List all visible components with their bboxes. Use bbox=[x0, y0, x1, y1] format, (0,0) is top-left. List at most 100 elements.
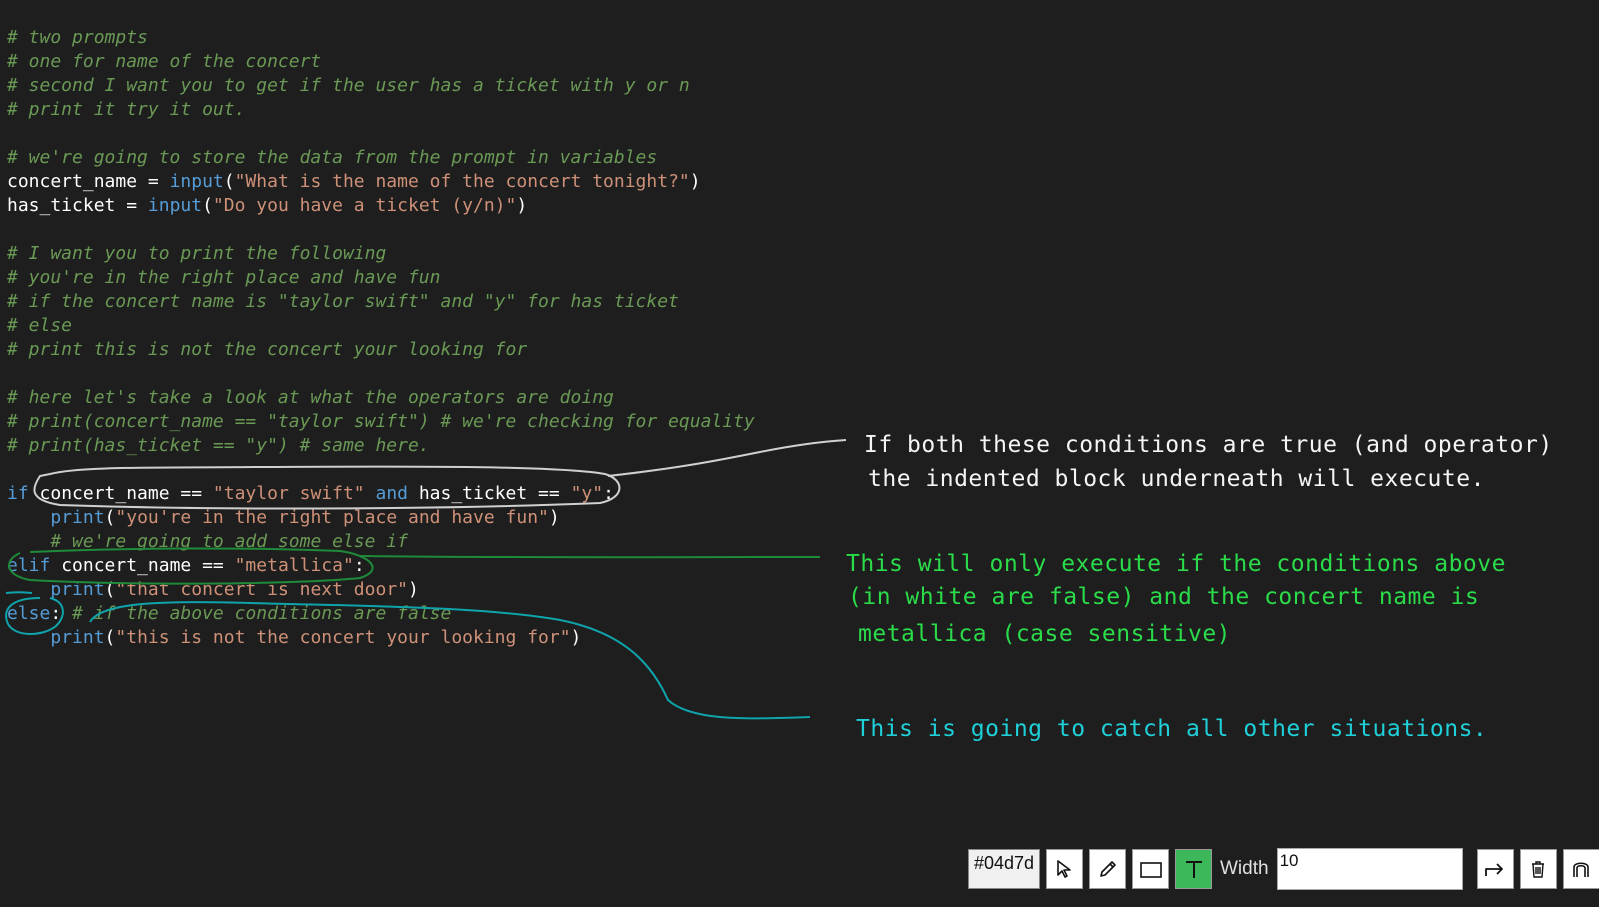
annotation-white-line-2: the indented block underneath will execu… bbox=[868, 466, 1485, 492]
code-token: : bbox=[50, 603, 73, 624]
code-line: # you're in the right place and have fun bbox=[7, 266, 755, 290]
code-token: concert_name == bbox=[28, 483, 213, 504]
width-input[interactable]: 10 bbox=[1276, 848, 1463, 890]
pencil-icon bbox=[1099, 861, 1116, 877]
code-token: print bbox=[50, 627, 105, 648]
color-value-field[interactable]: #04d7d bbox=[968, 849, 1040, 889]
code-token: # print it try it out. bbox=[7, 99, 246, 120]
code-token: and bbox=[375, 483, 408, 504]
code-token: # print(has_ticket == "y") # same here. bbox=[7, 435, 430, 456]
code-token: ) bbox=[548, 507, 560, 528]
rectangle-tool-button[interactable] bbox=[1132, 849, 1169, 889]
code-line: # print(has_ticket == "y") # same here. bbox=[7, 434, 755, 458]
annotation-green-line-1: This will only execute if the conditions… bbox=[846, 551, 1506, 577]
code-line: # else bbox=[7, 314, 755, 338]
code-token: # one for name of the concert bbox=[7, 51, 322, 72]
code-token: # we're going to store the data from the… bbox=[7, 147, 658, 168]
code-line: has_ticket = input("Do you have a ticket… bbox=[7, 194, 755, 218]
code-line: # print it try it out. bbox=[7, 98, 755, 122]
drawing-toolbar: #04d7d Width 10 bbox=[968, 847, 1599, 891]
code-token: input bbox=[147, 195, 203, 216]
code-line: print("this is not the concert your look… bbox=[7, 626, 755, 650]
width-label: Width bbox=[1220, 858, 1269, 879]
code-token: # print(concert_name == "taylor swift") … bbox=[7, 411, 755, 432]
code-token: has_ticket == bbox=[408, 483, 571, 504]
text-icon bbox=[1185, 861, 1202, 878]
annotation-green-line-2: (in white are false) and the concert nam… bbox=[848, 584, 1480, 610]
code-line: # second I want you to get if the user h… bbox=[7, 74, 755, 98]
code-token: ( bbox=[104, 579, 116, 600]
code-editor: # two prompts # one for name of the conce… bbox=[7, 26, 755, 650]
trash-icon bbox=[1532, 861, 1545, 878]
code-token: "y" bbox=[570, 483, 604, 504]
code-line: # we're going to add some else if bbox=[7, 530, 755, 554]
code-token: print bbox=[50, 579, 105, 600]
code-token: # here let's take a look at what the ope… bbox=[7, 387, 614, 408]
code-token: concert_name == bbox=[50, 555, 235, 576]
code-token: ( bbox=[104, 507, 116, 528]
code-line: print("that concert is next door") bbox=[7, 578, 755, 602]
code-token: if bbox=[7, 483, 29, 504]
code-line: elif concert_name == "metallica": bbox=[7, 554, 755, 578]
code-token: ( bbox=[202, 195, 213, 216]
code-token: # two prompts bbox=[7, 27, 148, 48]
annotation-cyan-line-1: This is going to catch all other situati… bbox=[856, 716, 1488, 742]
code-line: concert_name = input("What is the name o… bbox=[7, 170, 755, 194]
code-token: # we're going to add some else if bbox=[50, 531, 408, 552]
redo-button[interactable] bbox=[1476, 849, 1514, 889]
drawing-canvas[interactable]: # two prompts # one for name of the conce… bbox=[0, 0, 1599, 907]
pen-tool-button[interactable] bbox=[1089, 849, 1126, 889]
code-token: ( bbox=[104, 627, 116, 648]
select-tool-button[interactable] bbox=[1046, 849, 1083, 889]
code-token: elif bbox=[7, 555, 51, 576]
annotation-green-line-3: metallica (case sensitive) bbox=[858, 621, 1232, 647]
code-token: input bbox=[169, 171, 224, 192]
clear-arch-icon bbox=[1573, 862, 1589, 877]
code-token: : bbox=[353, 555, 365, 576]
code-token: "taylor swift" bbox=[212, 483, 365, 504]
text-tool-button[interactable] bbox=[1175, 849, 1212, 889]
code-token: ) bbox=[689, 171, 701, 192]
annotation-white-line-1: If both these conditions are true (and o… bbox=[864, 432, 1553, 458]
code-line: if concert_name == "taylor swift" and ha… bbox=[7, 482, 755, 506]
code-token: else bbox=[7, 603, 51, 624]
code-token: "metallica" bbox=[234, 555, 354, 576]
code-token: has_ticket = bbox=[7, 195, 148, 216]
code-line: # I want you to print the following bbox=[7, 242, 755, 266]
delete-button[interactable] bbox=[1519, 849, 1557, 889]
code-line: # one for name of the concert bbox=[7, 50, 755, 74]
code-token: ) bbox=[570, 627, 582, 648]
code-line: # print this is not the concert your loo… bbox=[7, 338, 755, 362]
code-token: "Do you have a ticket (y/n)" bbox=[212, 195, 517, 216]
code-token: ( bbox=[223, 171, 235, 192]
code-line: print("you're in the right place and hav… bbox=[7, 506, 755, 530]
code-line: # here let's take a look at what the ope… bbox=[7, 386, 755, 410]
code-token: "What is the name of the concert tonight… bbox=[234, 171, 690, 192]
code-token: : bbox=[603, 483, 614, 504]
code-token: ) bbox=[516, 195, 528, 216]
clear-button[interactable] bbox=[1562, 849, 1599, 889]
code-line: # two prompts bbox=[7, 26, 755, 50]
code-token: "you're in the right place and have fun" bbox=[115, 507, 549, 528]
code-token: # else bbox=[7, 315, 73, 336]
rectangle-icon bbox=[1139, 862, 1162, 878]
redo-arrow-icon bbox=[1485, 863, 1503, 876]
code-token: # you're in the right place and have fun bbox=[7, 267, 441, 288]
code-token: print bbox=[50, 507, 105, 528]
code-token: "that concert is next door" bbox=[115, 579, 408, 600]
code-line: # if the concert name is "taylor swift" … bbox=[7, 290, 755, 314]
code-token: ) bbox=[408, 579, 419, 600]
code-token: # print this is not the concert your loo… bbox=[7, 339, 528, 360]
code-token: concert_name = bbox=[7, 171, 170, 192]
code-token: # if the above conditions are false bbox=[72, 603, 452, 624]
code-token: # if the concert name is "taylor swift" … bbox=[7, 291, 679, 312]
cursor-icon bbox=[1056, 860, 1071, 878]
code-line: # we're going to store the data from the… bbox=[7, 146, 755, 170]
